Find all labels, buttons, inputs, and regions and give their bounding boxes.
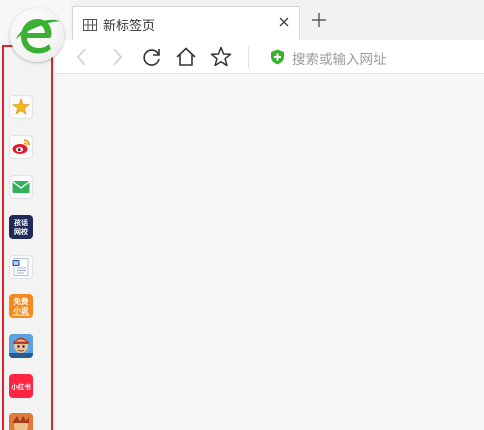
green-shield-plus-icon [270,49,285,69]
sidebar-item-mail[interactable] [9,175,33,199]
close-icon[interactable] [275,13,293,31]
toolbar-separator [248,46,249,68]
browser-window: 新标签页 搜索或输入网址 孩话 网校 W 免费 小说 小红书 [0,0,484,430]
svg-text:小说: 小说 [14,305,29,315]
star-outline-icon[interactable] [209,45,233,69]
svg-text:免费: 免费 [14,296,29,306]
svg-text:W: W [13,261,19,267]
sidebar-item-weibo[interactable] [9,135,33,159]
address-input-placeholder[interactable]: 搜索或输入网址 [292,48,387,68]
sidebar-item-word-document[interactable]: W [9,255,33,279]
browser-logo[interactable] [10,8,64,62]
sidebar-item-game[interactable] [9,334,33,358]
refresh-icon[interactable] [140,45,164,69]
sidebar-item-free-novel[interactable]: 免费 小说 [9,294,33,318]
sidebar-item-favorites[interactable] [9,95,33,119]
grid-icon [83,16,97,35]
navigation-toolbar: 搜索或输入网址 [55,40,484,74]
svg-text:网校: 网校 [14,227,29,236]
home-icon[interactable] [174,45,198,69]
back-arrow-icon[interactable] [70,45,94,69]
page-content [55,74,484,430]
sidebar-item-game-2[interactable] [9,413,33,430]
forward-arrow-icon[interactable] [105,45,129,69]
plus-icon[interactable] [310,11,328,29]
address-bar[interactable]: 搜索或输入网址 [270,46,478,68]
sidebar: 孩话 网校 W 免费 小说 小红书 [0,40,55,430]
sidebar-item-xiaohongshu[interactable]: 小红书 [9,374,33,398]
svg-text:小红书: 小红书 [10,382,31,391]
tab-title: 新标签页 [103,19,156,34]
sidebar-item-tuanjie-wangxiao[interactable]: 孩话 网校 [9,215,33,239]
tab-new-tab-page[interactable]: 新标签页 [72,6,300,40]
tab-strip: 新标签页 [70,0,484,40]
svg-text:孩话: 孩话 [14,218,28,227]
